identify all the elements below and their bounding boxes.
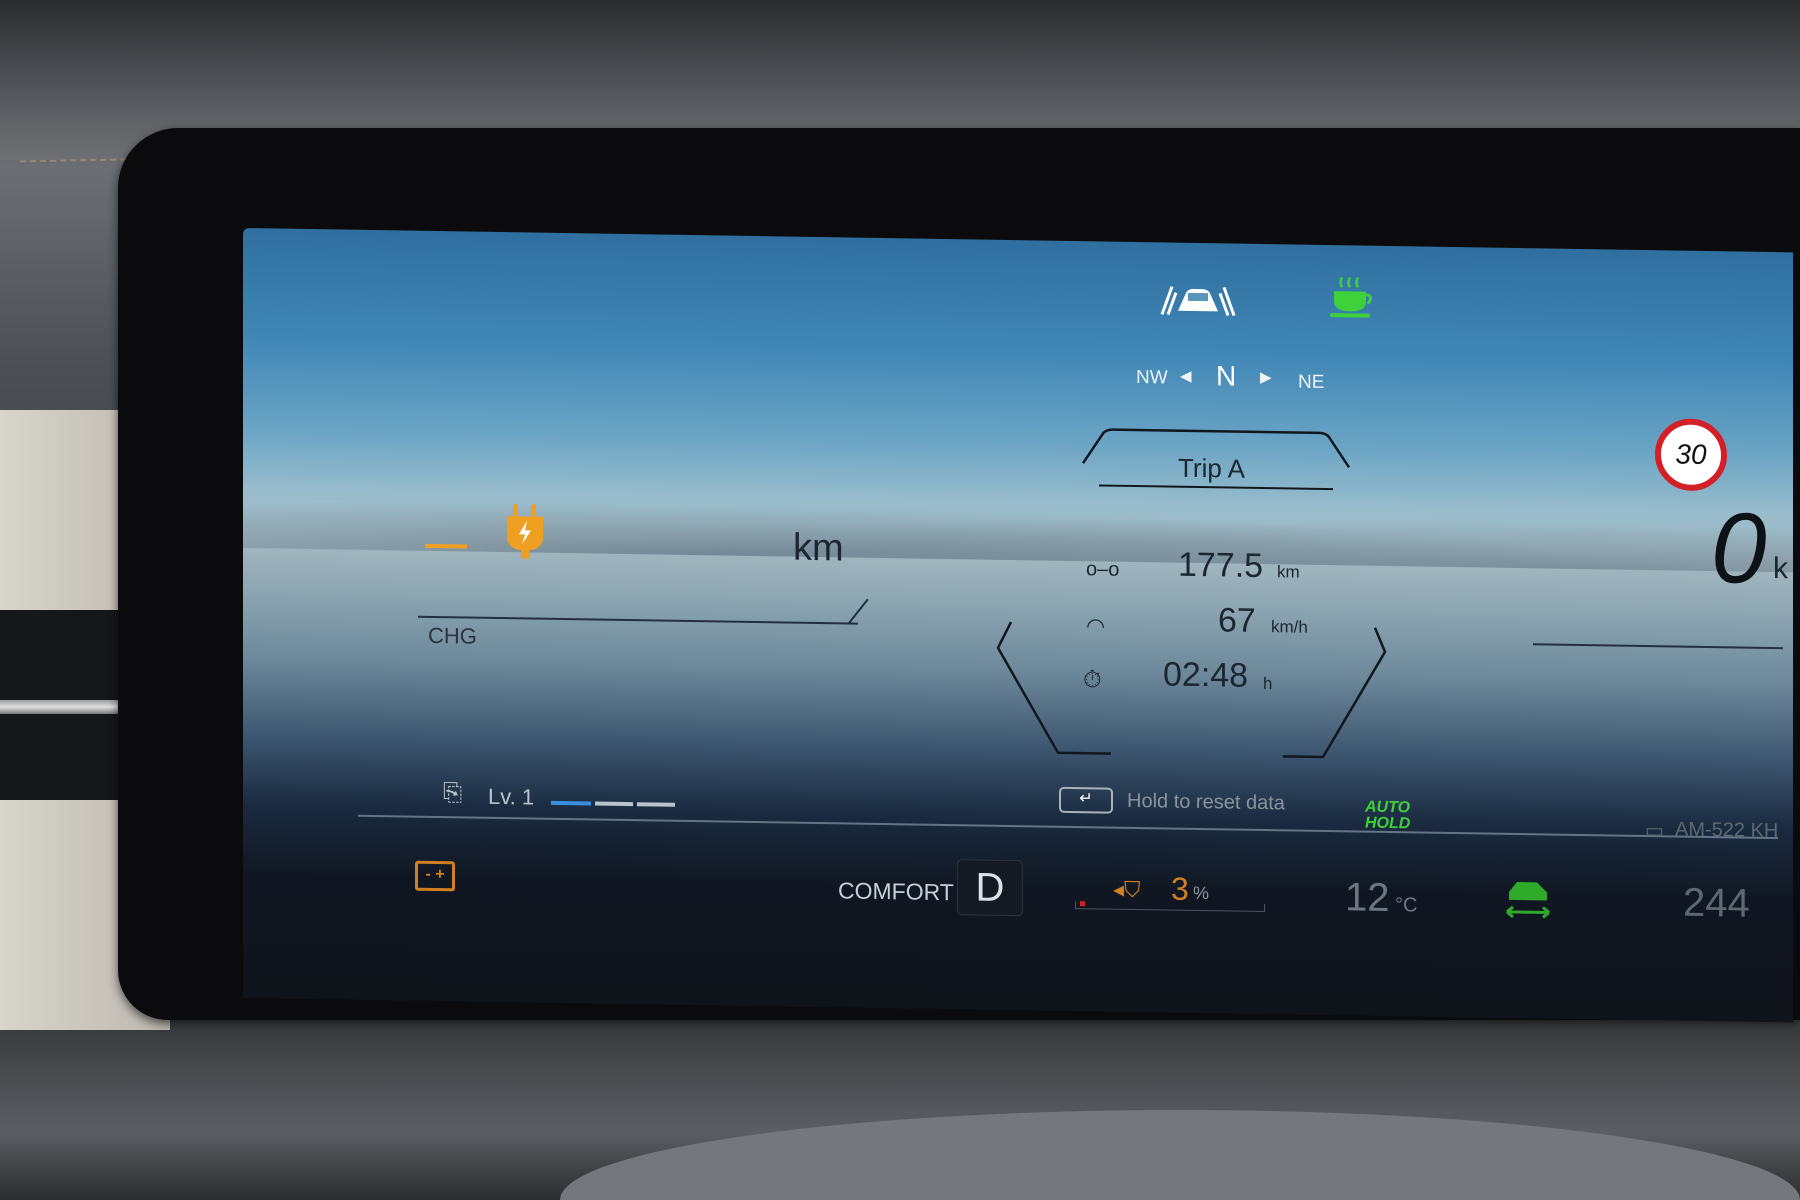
reset-button[interactable]: ↵ [1059, 786, 1113, 814]
range-unit: km [793, 526, 844, 570]
cluster-divider [358, 814, 1778, 840]
charge-bar-fill [1080, 901, 1085, 907]
range-divider [418, 615, 858, 625]
temperature-unit: °C [1395, 894, 1418, 917]
speed-value: 0 [1711, 492, 1767, 605]
charge-plug-small-icon: ◂⛉ [1113, 876, 1141, 903]
coffee-cup-icon [1330, 276, 1373, 318]
auto-hold-indicator: AUTO HOLD [1365, 799, 1411, 833]
trip-panel-frame [996, 621, 1387, 759]
compass-right: NE [1298, 371, 1325, 393]
regen-battery-icon: ⎘ [443, 779, 463, 807]
battery-warning-icon: - + [415, 860, 455, 892]
vehicle-height-icon [1506, 882, 1550, 919]
gear-indicator: D [957, 859, 1023, 917]
regen-bar-2 [595, 801, 633, 807]
radio-icon: ▭ [1645, 820, 1664, 843]
instrument-cluster: NW ◀ N ▶ NE Trip A o–o 177.5 km ◠ 67 km/… [243, 228, 1793, 1023]
trip-distance-unit: km [1277, 562, 1300, 582]
charge-bar [1075, 901, 1265, 913]
speed-limit-sign: 30 [1655, 418, 1727, 492]
odometer: 244 [1683, 880, 1750, 926]
arrow-left-icon: ◀ [1180, 367, 1192, 385]
lane-assist-car-icon [1160, 286, 1236, 317]
radio-station: AM-522 KH [1675, 818, 1779, 843]
compass-heading: N [1216, 360, 1237, 392]
speed-unit: k [1773, 552, 1788, 586]
trip-tab[interactable]: Trip A [1178, 453, 1245, 485]
speed-limit-value: 30 [1675, 438, 1707, 470]
charge-arrow-icon [425, 543, 467, 549]
drive-mode[interactable]: COMFORT [838, 877, 954, 906]
charge-unit: % [1193, 882, 1210, 904]
compass-left: NW [1136, 367, 1168, 389]
outside-temperature: 12 [1345, 875, 1390, 921]
charge-mode-label: CHG [428, 622, 477, 649]
landscape-background [243, 488, 1793, 573]
charging-plug-icon [507, 504, 543, 559]
regen-bar-1 [551, 800, 591, 806]
regen-bar-3 [637, 802, 675, 807]
range-divider-end [847, 598, 869, 625]
speed-divider [1533, 643, 1783, 650]
reset-hint: Hold to reset data [1127, 789, 1285, 815]
enter-icon: ↵ [1079, 790, 1093, 808]
auto-hold-line2: HOLD [1365, 814, 1411, 833]
arrow-right-icon: ▶ [1260, 368, 1272, 387]
distance-icon: o–o [1086, 558, 1120, 581]
regen-level: Lv. 1 [488, 783, 535, 810]
trip-distance: 177.5 [1178, 545, 1264, 586]
